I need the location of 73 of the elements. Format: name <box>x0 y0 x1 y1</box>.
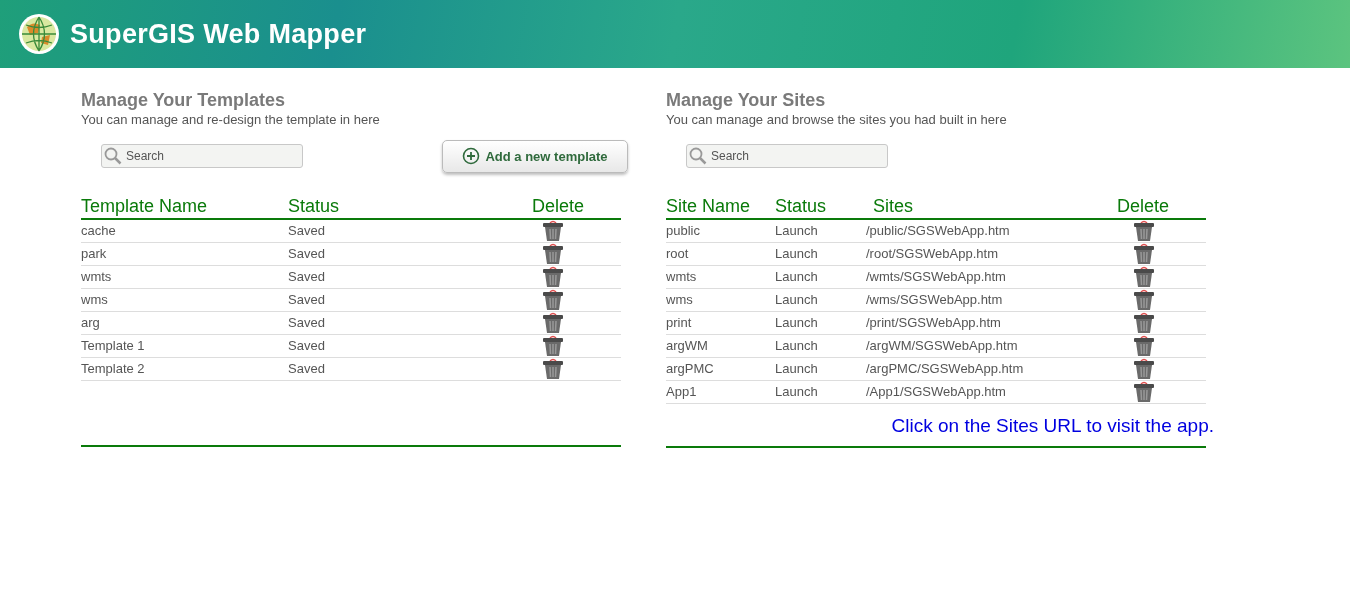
table-cell: cache <box>81 220 288 243</box>
table-cell: argWM <box>666 335 775 358</box>
search-field[interactable]: Search <box>101 144 303 168</box>
site-link[interactable]: /argPMC/SGSWebApp.htm <box>866 361 1024 376</box>
add-template-button[interactable]: Add a new template <box>442 139 628 173</box>
hint-text: Click on the Sites URL to visit the app. <box>890 414 1214 438</box>
table-cell: argPMC <box>666 358 775 381</box>
table-cell: Launch <box>775 312 866 335</box>
table-cell: root <box>666 243 775 266</box>
trash-icon[interactable] <box>1133 381 1155 403</box>
table-cell: Saved <box>288 220 532 243</box>
trash-icon[interactable] <box>1133 312 1155 334</box>
table-cell: Saved <box>288 335 532 358</box>
trash-icon[interactable] <box>542 335 564 357</box>
table-cell: Launch <box>775 220 866 243</box>
app-title: SuperGIS Web Mapper <box>70 18 367 50</box>
trash-icon[interactable] <box>542 266 564 288</box>
table-cell: Template 2 <box>81 358 288 381</box>
table-cell: public <box>666 220 775 243</box>
column-header: Status <box>775 194 866 220</box>
table-cell: Saved <box>288 243 532 266</box>
table-cell: Template 1 <box>81 335 288 358</box>
section-title: Manage Your Sites <box>666 89 827 112</box>
column-header: Delete <box>1117 194 1206 220</box>
section-subtitle: You can manage and browse the sites you had built in here <box>666 112 1008 128</box>
site-link[interactable]: /wmts/SGSWebApp.htm <box>866 269 1006 284</box>
site-link[interactable]: /argWM/SGSWebApp.htm <box>866 338 1018 353</box>
table-cell: App1 <box>666 381 775 404</box>
table-cell: Launch <box>775 266 866 289</box>
search-field[interactable]: Search <box>686 144 888 168</box>
table-cell: Launch <box>775 381 866 404</box>
section-subtitle: You can manage and re-design the template in here <box>81 112 381 128</box>
trash-icon[interactable] <box>542 358 564 380</box>
trash-icon[interactable] <box>1133 220 1155 242</box>
column-header: Status <box>288 194 532 220</box>
column-header: Delete <box>532 194 621 220</box>
plus-circle-icon <box>462 147 481 165</box>
table-cell: wmts <box>81 266 288 289</box>
column-header: Site Name <box>666 194 775 220</box>
trash-icon[interactable] <box>542 289 564 311</box>
trash-icon[interactable] <box>542 312 564 334</box>
trash-icon[interactable] <box>1133 243 1155 265</box>
trash-icon[interactable] <box>542 243 564 265</box>
table-cell: wms <box>666 289 775 312</box>
table-cell: wms <box>81 289 288 312</box>
column-header: Sites <box>866 194 1117 220</box>
trash-icon[interactable] <box>542 220 564 242</box>
table-cell: Launch <box>775 243 866 266</box>
search-icon <box>104 147 122 165</box>
table-cell: Launch <box>775 335 866 358</box>
trash-icon[interactable] <box>1133 266 1155 288</box>
table-cell: Launch <box>775 289 866 312</box>
table-cell: Saved <box>288 266 532 289</box>
table-cell: Launch <box>775 358 866 381</box>
table-cell: arg <box>81 312 288 335</box>
site-link[interactable]: /root/SGSWebApp.htm <box>866 246 998 261</box>
trash-icon[interactable] <box>1133 335 1155 357</box>
table-cell: Saved <box>288 312 532 335</box>
column-header: Template Name <box>81 194 288 220</box>
trash-icon[interactable] <box>1133 358 1155 380</box>
section-title: Manage Your Templates <box>81 89 287 112</box>
table-cell: Saved <box>288 358 532 381</box>
site-link[interactable]: /print/SGSWebApp.htm <box>866 315 1001 330</box>
search-icon <box>689 147 707 165</box>
table-cell: park <box>81 243 288 266</box>
globe-logo-icon <box>18 13 60 55</box>
site-link[interactable]: /App1/SGSWebApp.htm <box>866 384 1006 399</box>
site-link[interactable]: /public/SGSWebApp.htm <box>866 223 1010 238</box>
table-cell: wmts <box>666 266 775 289</box>
trash-icon[interactable] <box>1133 289 1155 311</box>
table-cell: print <box>666 312 775 335</box>
site-link[interactable]: /wms/SGSWebApp.htm <box>866 292 1003 307</box>
table-cell: Saved <box>288 289 532 312</box>
